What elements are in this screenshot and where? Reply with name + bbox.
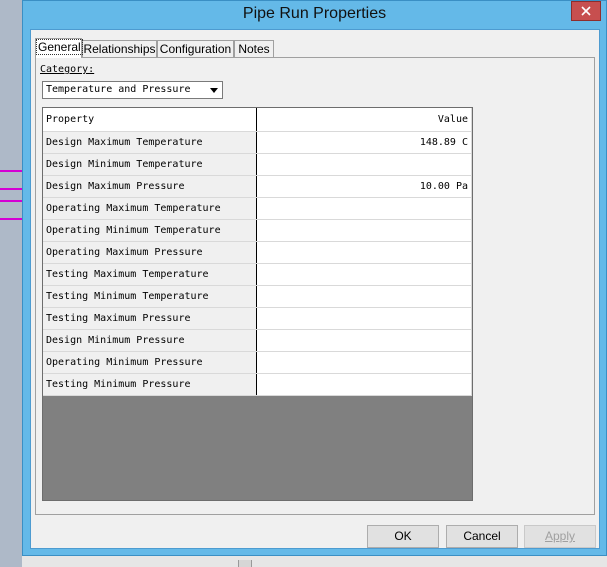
property-name: Design Minimum Temperature <box>43 153 258 176</box>
property-value[interactable] <box>256 263 472 286</box>
table-row: Operating Maximum Temperature <box>43 197 472 220</box>
table-row: Design Maximum Temperature 148.89 C <box>43 131 472 154</box>
property-name: Design Maximum Pressure <box>43 175 258 198</box>
title-bar[interactable]: Pipe Run Properties <box>23 1 606 29</box>
property-value[interactable] <box>256 351 472 374</box>
table-row: Operating Maximum Pressure <box>43 241 472 264</box>
property-grid: Property Value Design Maximum Temperatur… <box>42 107 473 501</box>
property-value[interactable] <box>256 153 472 176</box>
background-line <box>0 218 22 220</box>
background-app-panel <box>0 0 23 567</box>
property-name: Design Minimum Pressure <box>43 329 258 352</box>
property-value[interactable]: 10.00 Pa <box>256 175 472 198</box>
category-label: Category: <box>40 64 95 75</box>
property-table: Property Value Design Maximum Temperatur… <box>43 108 472 396</box>
property-value[interactable] <box>256 285 472 308</box>
property-name: Operating Maximum Temperature <box>43 197 258 220</box>
pipe-run-properties-dialog: Pipe Run Properties General Relationship… <box>22 0 607 556</box>
tab-configuration-label: Configuration <box>159 42 232 56</box>
table-row: Testing Maximum Pressure <box>43 307 472 330</box>
category-selected-value: Temperature and Pressure <box>46 84 191 95</box>
tab-notes[interactable]: Notes <box>234 40 274 57</box>
grid-header-row: Property Value <box>43 108 472 132</box>
property-name: Operating Minimum Temperature <box>43 219 258 242</box>
property-name: Testing Maximum Pressure <box>43 307 258 330</box>
close-button[interactable] <box>571 1 601 21</box>
property-value[interactable]: 148.89 C <box>256 131 472 154</box>
tab-relationships[interactable]: Relationships <box>82 40 157 57</box>
cancel-button[interactable]: Cancel <box>446 525 518 548</box>
property-column-header[interactable]: Property <box>43 108 258 132</box>
property-name: Design Maximum Temperature <box>43 131 258 154</box>
apply-button-label: Apply <box>544 529 576 543</box>
ok-button[interactable]: OK <box>367 525 439 548</box>
tab-general[interactable]: General <box>35 38 83 58</box>
tab-configuration[interactable]: Configuration <box>157 40 234 57</box>
apply-button[interactable]: Apply <box>524 525 596 548</box>
table-row: Design Minimum Pressure <box>43 329 472 352</box>
background-line <box>0 170 22 172</box>
property-value[interactable] <box>256 373 472 396</box>
property-value[interactable] <box>256 197 472 220</box>
property-value[interactable] <box>256 329 472 352</box>
table-row: Operating Minimum Pressure <box>43 351 472 374</box>
tab-general-label: General <box>36 39 83 55</box>
property-name: Operating Minimum Pressure <box>43 351 258 374</box>
property-value[interactable] <box>256 241 472 264</box>
table-row: Testing Maximum Temperature <box>43 263 472 286</box>
background-line <box>0 188 22 190</box>
dropdown-arrow-icon <box>208 84 220 96</box>
value-column-header[interactable]: Value <box>256 108 472 132</box>
table-row: Testing Minimum Pressure <box>43 373 472 396</box>
tab-notes-label: Notes <box>238 42 270 56</box>
background-line <box>0 200 22 202</box>
table-row: Design Maximum Pressure 10.00 Pa <box>43 175 472 198</box>
property-value[interactable] <box>256 307 472 330</box>
category-dropdown[interactable]: Temperature and Pressure <box>42 81 223 99</box>
property-name: Testing Maximum Temperature <box>43 263 258 286</box>
property-value[interactable] <box>256 219 472 242</box>
table-row: Operating Minimum Temperature <box>43 219 472 242</box>
property-name: Operating Maximum Pressure <box>43 241 258 264</box>
close-icon <box>581 6 591 16</box>
dialog-client-area: General Relationships Configuration Note… <box>30 29 600 549</box>
property-name: Testing Minimum Pressure <box>43 373 258 396</box>
property-name: Testing Minimum Temperature <box>43 285 258 308</box>
tab-relationships-label: Relationships <box>83 42 156 56</box>
table-row: Testing Minimum Temperature <box>43 285 472 308</box>
window-title: Pipe Run Properties <box>242 5 387 22</box>
background-scrollbar <box>238 560 252 567</box>
table-row: Design Minimum Temperature <box>43 153 472 176</box>
